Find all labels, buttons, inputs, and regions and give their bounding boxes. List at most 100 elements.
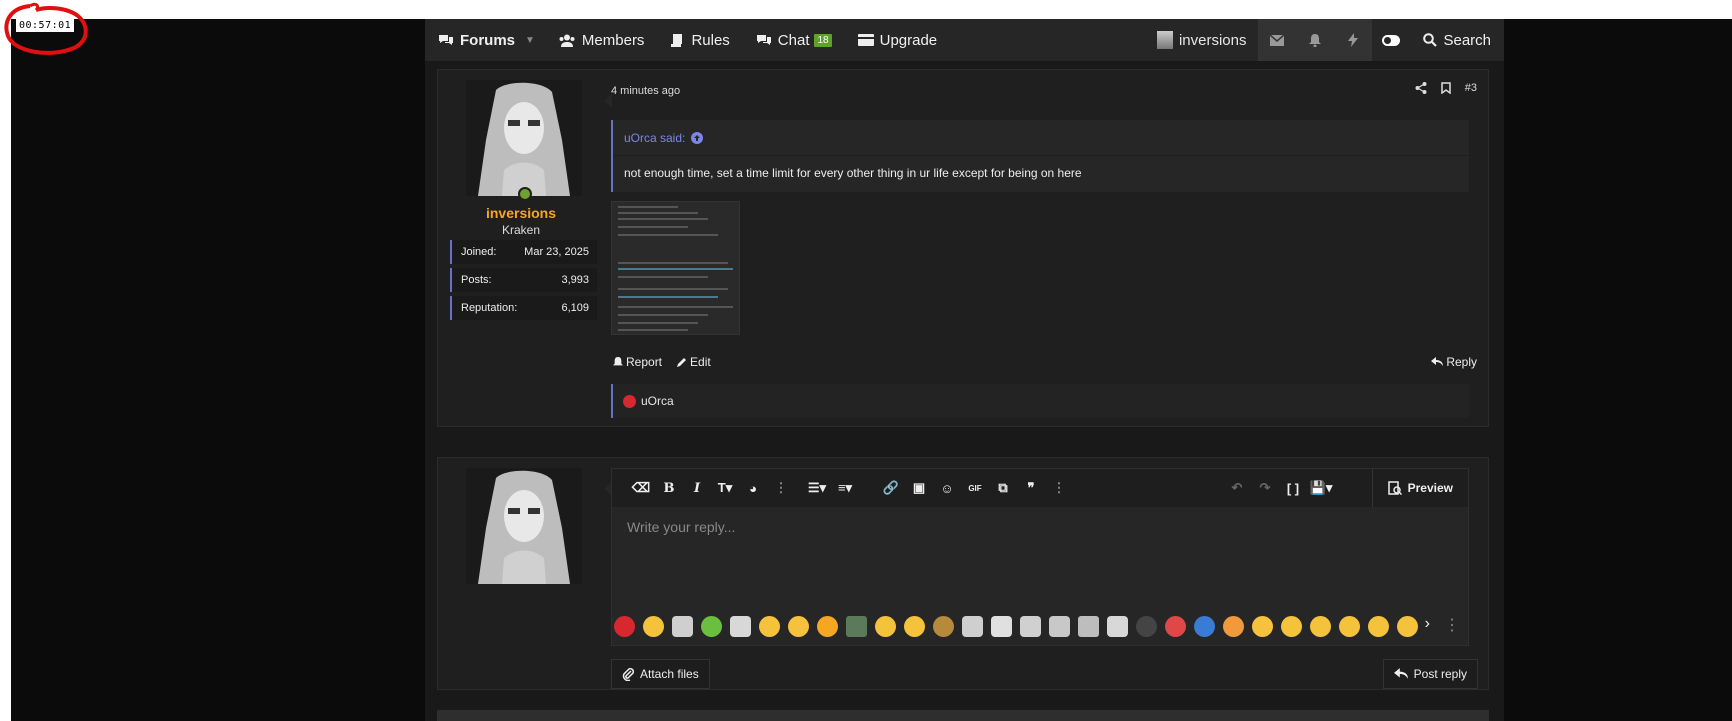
heart-eyes-emoji[interactable] <box>817 615 838 637</box>
report-label: Report <box>626 355 663 369</box>
nav-forums[interactable]: Forums <box>425 19 515 61</box>
nav-upgrade-label: Upgrade <box>879 31 938 49</box>
gif-icon[interactable]: GIF <box>961 474 989 502</box>
reaction-username[interactable]: uOrca <box>641 394 674 408</box>
bell-icon <box>613 357 623 366</box>
stat-label: Posts: <box>461 274 492 286</box>
starstruck-emoji[interactable] <box>759 615 780 637</box>
custom-image-emoji[interactable] <box>846 615 867 637</box>
share-icon[interactable] <box>1415 82 1427 94</box>
image-icon[interactable]: ▣ <box>905 474 933 502</box>
whats-new-button[interactable] <box>1334 19 1373 61</box>
custom-face-emoji[interactable] <box>962 615 983 637</box>
redo-icon[interactable]: ↷ <box>1251 474 1279 502</box>
thumb-line <box>618 212 698 214</box>
nav-search-label: Search <box>1443 31 1491 49</box>
forums-icon <box>439 35 453 45</box>
rofl-emoji[interactable] <box>1368 615 1389 637</box>
nauseated-emoji[interactable] <box>701 615 722 637</box>
save-draft-icon[interactable]: 💾▾ <box>1307 474 1335 502</box>
thumb-line <box>618 262 728 264</box>
post-reply-button[interactable]: Post reply <box>1382 659 1478 689</box>
rofl-emoji[interactable] <box>643 615 664 637</box>
palette-icon[interactable]: ◕ <box>739 474 767 502</box>
stat-value: 3,993 <box>561 274 589 286</box>
attachment-thumbnail[interactable] <box>611 201 740 335</box>
custom-face-emoji[interactable] <box>1107 615 1128 637</box>
pen-emoji[interactable] <box>1136 615 1157 637</box>
edit-button[interactable]: Edit <box>676 355 711 369</box>
nav-chat[interactable]: Chat 18 <box>743 19 845 61</box>
thumb-line <box>618 234 718 236</box>
eraser-icon[interactable]: ⌫ <box>627 474 655 502</box>
undo-icon[interactable]: ↶ <box>1223 474 1251 502</box>
reply-button[interactable]: Reply <box>1431 355 1477 369</box>
zipper-emoji[interactable] <box>1223 615 1244 637</box>
alerts-button[interactable] <box>1296 19 1335 61</box>
avatar-portrait <box>466 80 582 196</box>
arrow-up-icon[interactable] <box>691 131 704 144</box>
italic-icon[interactable]: I <box>683 474 711 502</box>
reaction-bar[interactable]: uOrca <box>611 384 1469 418</box>
bell-icon <box>1309 34 1322 47</box>
avatar-portrait <box>466 468 582 584</box>
nav-search[interactable]: Search <box>1410 19 1504 61</box>
post-timestamp[interactable]: 4 minutes ago <box>611 85 680 97</box>
thumb-line <box>618 322 698 324</box>
more-vertical-icon[interactable]: ⋮ <box>1045 474 1073 502</box>
angry-emoji[interactable] <box>614 615 635 637</box>
joy-emoji[interactable] <box>875 615 896 637</box>
post-top-actions: #3 <box>1415 82 1477 94</box>
post-username[interactable]: inversions <box>438 205 604 221</box>
custom-face-emoji[interactable] <box>1020 615 1041 637</box>
smile-emoji[interactable] <box>1252 615 1273 637</box>
custom-face-emoji[interactable] <box>672 615 693 637</box>
joy-emoji[interactable] <box>1397 615 1418 637</box>
media-icon[interactable]: ⧉ <box>989 474 1017 502</box>
laughing-emoji[interactable] <box>904 615 925 637</box>
nav-username: inversions <box>1178 31 1247 49</box>
nav-members-label: Members <box>581 31 645 49</box>
bold-icon[interactable]: B <box>655 474 683 502</box>
more-vertical-icon[interactable]: ⋮ <box>1444 615 1460 635</box>
custom-face-emoji[interactable] <box>1049 615 1070 637</box>
reply-textarea[interactable]: Write your reply... <box>612 507 1468 547</box>
more-vertical-icon[interactable]: ⋮ <box>767 474 795 502</box>
nav-members[interactable]: Members <box>545 19 658 61</box>
post-number[interactable]: #3 <box>1465 82 1477 94</box>
link-icon[interactable]: 🔗 <box>877 474 905 502</box>
align-icon[interactable]: ≡▾ <box>831 474 859 502</box>
reply-arrow-icon <box>1431 357 1444 366</box>
bookmark-icon[interactable] <box>1441 82 1451 94</box>
custom-face-emoji[interactable] <box>991 615 1012 637</box>
pill-red-emoji[interactable] <box>1165 615 1186 637</box>
squint-emoji[interactable] <box>1339 615 1360 637</box>
style-toggle-button[interactable] <box>1372 19 1410 61</box>
text-size-icon[interactable]: T▾ <box>711 474 739 502</box>
inbox-button[interactable] <box>1258 19 1297 61</box>
pill-blue-emoji[interactable] <box>1194 615 1215 637</box>
list-icon[interactable]: ☰▾ <box>803 474 831 502</box>
tongue-emoji[interactable] <box>1281 615 1302 637</box>
quote-icon[interactable]: ❞ <box>1017 474 1045 502</box>
chevron-right-icon[interactable]: › <box>1425 615 1430 635</box>
custom-image-emoji[interactable] <box>1078 615 1099 637</box>
bbcode-toggle-icon[interactable]: [ ] <box>1279 474 1307 502</box>
nav-rules[interactable]: Rules <box>657 19 742 61</box>
attach-files-button[interactable]: Attach files <box>611 659 710 689</box>
grin-emoji[interactable] <box>1310 615 1331 637</box>
smiley-icon[interactable]: ☺ <box>933 474 961 502</box>
nav-user-account[interactable]: inversions <box>1145 31 1259 49</box>
preview-icon <box>1387 481 1402 495</box>
quote-header[interactable]: uOrca said: <box>613 120 1469 156</box>
preview-label: Preview <box>1407 481 1453 495</box>
nav-upgrade[interactable]: Upgrade <box>845 19 951 61</box>
custom-dog-emoji[interactable] <box>933 615 954 637</box>
preview-button[interactable]: Preview <box>1371 469 1468 507</box>
frown-emoji[interactable] <box>788 615 809 637</box>
custom-face-emoji[interactable] <box>730 615 751 637</box>
user-avatar[interactable] <box>466 80 582 196</box>
forums-dropdown-caret[interactable]: ▼ <box>519 35 541 46</box>
report-button[interactable]: Report <box>613 355 662 369</box>
forum-post: inversions Kraken Joined: Mar 23, 2025 P… <box>437 69 1489 427</box>
